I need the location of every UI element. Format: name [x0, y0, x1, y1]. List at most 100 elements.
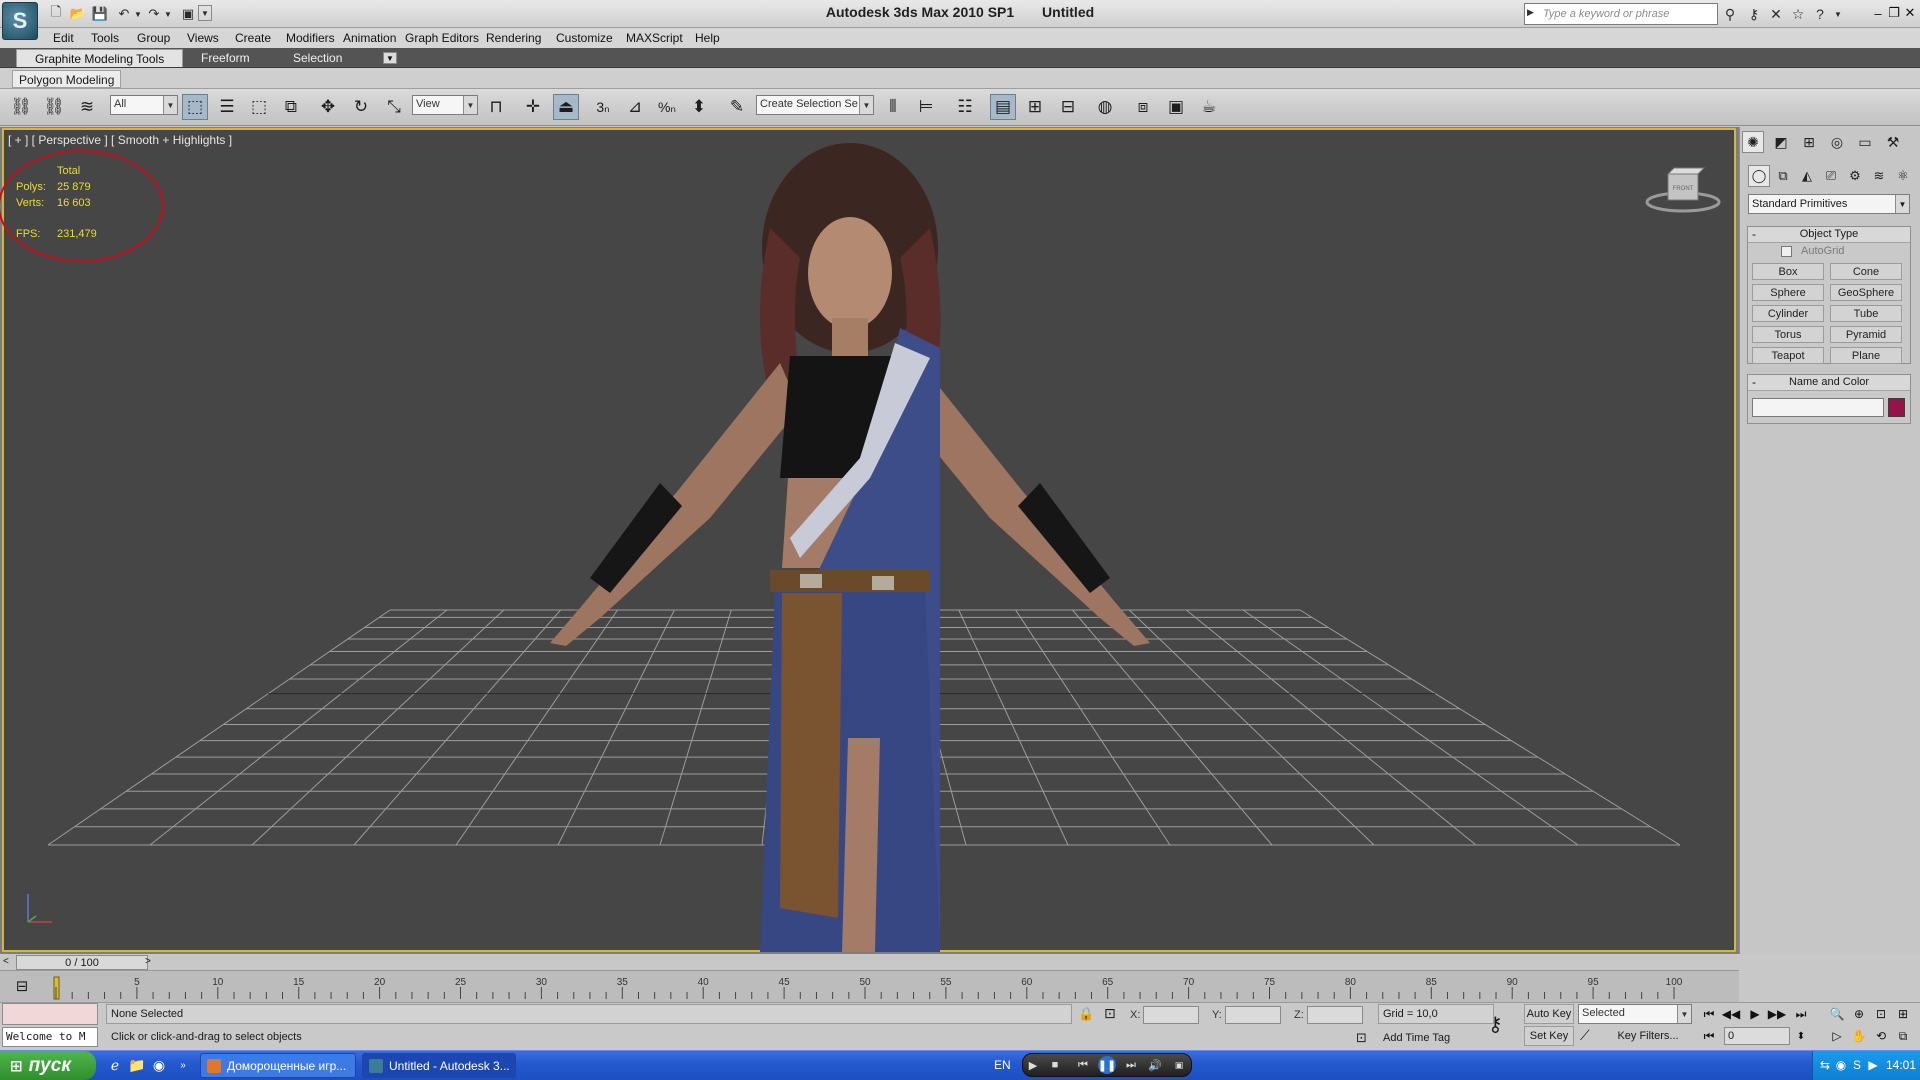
new-file-icon[interactable]: 🗋 — [46, 4, 66, 24]
search-expand-icon[interactable]: ▶ — [1527, 7, 1534, 18]
default-in-out-tangents-icon[interactable]: ⟋ — [1580, 1027, 1590, 1044]
select-and-rotate-icon[interactable]: ↻ — [348, 94, 374, 120]
search-input[interactable]: Type a keyword or phrase — [1524, 3, 1718, 25]
object-name-input[interactable] — [1752, 398, 1884, 417]
skype-icon[interactable]: S — [1850, 1058, 1864, 1072]
cone-button[interactable]: Cone — [1830, 263, 1902, 280]
snaps-toggle-icon[interactable]: 3ₙ — [590, 94, 616, 120]
time-slider-track[interactable] — [0, 954, 1739, 971]
geosphere-button[interactable]: GeoSphere — [1830, 284, 1902, 301]
time-slider-next-icon[interactable]: > — [145, 956, 151, 967]
media-restore-icon[interactable]: ▣ — [1170, 1056, 1188, 1074]
create-tab-icon[interactable]: ✺ — [1742, 131, 1764, 153]
menu-views[interactable]: Views — [187, 28, 219, 48]
select-and-move-icon[interactable]: ✥ — [315, 94, 341, 120]
geometry-icon[interactable]: ◯ — [1748, 165, 1770, 187]
app-logo-icon[interactable]: S — [2, 2, 38, 40]
restore-icon[interactable]: ❐ — [1886, 4, 1902, 22]
current-frame-input[interactable]: 0 — [1724, 1027, 1790, 1045]
time-slider-prev-icon[interactable]: < — [3, 956, 9, 967]
pyramid-button[interactable]: Pyramid — [1830, 326, 1902, 343]
field-of-view-icon[interactable]: ▷ — [1826, 1027, 1848, 1045]
plane-button[interactable]: Plane — [1830, 347, 1902, 364]
menu-edit[interactable]: Edit — [53, 28, 74, 48]
lights-icon[interactable]: ◭ — [1796, 165, 1818, 187]
start-button[interactable]: ⊞ пуск — [0, 1051, 96, 1080]
edit-named-selection-icon[interactable]: ✎ — [724, 94, 750, 120]
communication-center-icon[interactable]: ✕ — [1766, 3, 1786, 25]
unlink-selection-icon[interactable]: ⛓ — [41, 94, 67, 120]
render-production-teapot-icon[interactable]: ☕ — [1196, 94, 1222, 120]
maximize-viewport-icon[interactable]: ⧉ — [1892, 1027, 1914, 1045]
selection-filter-select[interactable]: All ▼ — [110, 95, 178, 115]
space-warps-icon[interactable]: ≋ — [1868, 165, 1890, 187]
media-tray-icon[interactable]: ▶ — [1866, 1058, 1880, 1072]
firefox-quick-launch-icon[interactable]: ◉ — [150, 1055, 168, 1075]
minimize-icon[interactable]: – — [1870, 4, 1886, 22]
named-selection-select[interactable]: Create Selection Se ▼ — [756, 95, 874, 115]
torus-button[interactable]: Torus — [1752, 326, 1824, 343]
menu-tools[interactable]: Tools — [91, 28, 119, 48]
media-volume-icon[interactable]: 🔊 — [1146, 1056, 1164, 1074]
language-indicator[interactable]: EN — [994, 1058, 1011, 1072]
quick-access-dropdown-icon[interactable]: ▼ — [198, 5, 212, 21]
menu-maxscript[interactable]: MAXScript — [626, 28, 683, 48]
antivirus-icon[interactable]: ◉ — [1834, 1058, 1848, 1072]
media-play-icon[interactable]: ▶ — [1024, 1056, 1042, 1074]
display-tab-icon[interactable]: ▭ — [1854, 131, 1876, 153]
tab-freeform[interactable]: Freeform — [183, 49, 268, 67]
polygon-modeling-panel-tab[interactable]: Polygon Modeling — [12, 70, 122, 88]
next-frame-icon[interactable]: ▶▶ — [1766, 1005, 1788, 1023]
systems-icon[interactable]: ⚛ — [1892, 165, 1914, 187]
align-icon[interactable]: ⊨ — [913, 94, 939, 120]
percent-snap-icon[interactable]: %ₙ — [654, 94, 680, 120]
rendered-frame-window-icon[interactable]: ▣ — [1163, 94, 1189, 120]
layer-manager-icon[interactable]: ☷ — [952, 94, 978, 120]
utilities-tab-icon[interactable]: ⚒ — [1882, 131, 1904, 153]
viewport-label[interactable]: [ + ] [ Perspective ] [ Smooth + Highlig… — [8, 133, 232, 147]
quick-launch-more-icon[interactable]: » — [174, 1055, 192, 1075]
zoom-all-icon[interactable]: ⊕ — [1848, 1005, 1870, 1023]
rectangular-selection-region-icon[interactable]: ⬚ — [246, 94, 272, 120]
spinner-snap-icon[interactable]: ⬍ — [686, 94, 712, 120]
material-editor-icon[interactable]: ◍ — [1092, 94, 1118, 120]
menu-group[interactable]: Group — [137, 28, 170, 48]
set-key-mode-key-icon[interactable]: ⚷ — [1488, 1012, 1503, 1037]
redo-dropdown-icon[interactable]: ▼ — [158, 4, 178, 24]
trackbar-ruler[interactable]: 5 10 15 20 25 30 35 40 45 50 55 60 65 70 75 80 85 90 95 100 — [48, 975, 1740, 1001]
select-by-name-icon[interactable]: ☰ — [214, 94, 240, 120]
go-to-end-icon[interactable]: ⏭ — [1790, 1005, 1812, 1023]
pan-view-icon[interactable]: ✋ — [1848, 1027, 1870, 1045]
hierarchy-tab-icon[interactable]: ⊞ — [1798, 131, 1820, 153]
auto-key-button[interactable]: Auto Key — [1524, 1004, 1574, 1024]
select-and-link-icon[interactable]: ⛓ — [8, 94, 34, 120]
x-coord-input[interactable] — [1143, 1006, 1199, 1024]
angle-snap-icon[interactable]: ⊿ — [622, 94, 648, 120]
play-icon[interactable]: ▶ — [1744, 1005, 1766, 1023]
taskbar-item-browser[interactable]: Доморощенные игр... — [200, 1053, 356, 1078]
schematic-view-icon[interactable]: ⊟ — [1055, 94, 1081, 120]
cylinder-button[interactable]: Cylinder — [1752, 305, 1824, 322]
orbit-icon[interactable]: ⟲ — [1870, 1027, 1892, 1045]
go-to-start-icon[interactable]: ⏮ — [1698, 1005, 1720, 1023]
set-key-button[interactable]: Set Key — [1524, 1026, 1574, 1046]
name-and-color-rollout-header[interactable]: - Name and Color — [1748, 375, 1910, 391]
favorites-star-icon[interactable]: ☆ — [1788, 3, 1808, 25]
menu-customize[interactable]: Customize — [556, 28, 613, 48]
selection-lock-icon[interactable]: 🔒 — [1078, 1006, 1094, 1022]
modify-tab-icon[interactable]: ◩ — [1770, 131, 1792, 153]
object-category-select[interactable]: Standard Primitives ▼ — [1748, 194, 1910, 214]
binoculars-icon[interactable]: ⚲ — [1720, 3, 1740, 25]
ie-quick-launch-icon[interactable]: ℯ — [106, 1055, 124, 1075]
time-configuration-icon[interactable]: ⬍ — [1790, 1027, 1812, 1045]
box-button[interactable]: Box — [1752, 263, 1824, 280]
select-and-scale-icon[interactable]: ⤡ — [381, 94, 407, 120]
open-file-icon[interactable]: 📂 — [68, 4, 88, 24]
y-coord-input[interactable] — [1225, 1006, 1281, 1024]
save-file-icon[interactable]: 💾 — [90, 4, 110, 24]
explorer-quick-launch-icon[interactable]: 📁 — [128, 1055, 146, 1075]
reference-coordinate-system-select[interactable]: View ▼ — [412, 95, 478, 115]
menu-graph-editors[interactable]: Graph Editors — [405, 28, 479, 48]
cameras-icon[interactable]: ⎚ — [1820, 165, 1842, 187]
graphite-modeling-tools-toggle-icon[interactable]: ▤ — [990, 94, 1016, 120]
